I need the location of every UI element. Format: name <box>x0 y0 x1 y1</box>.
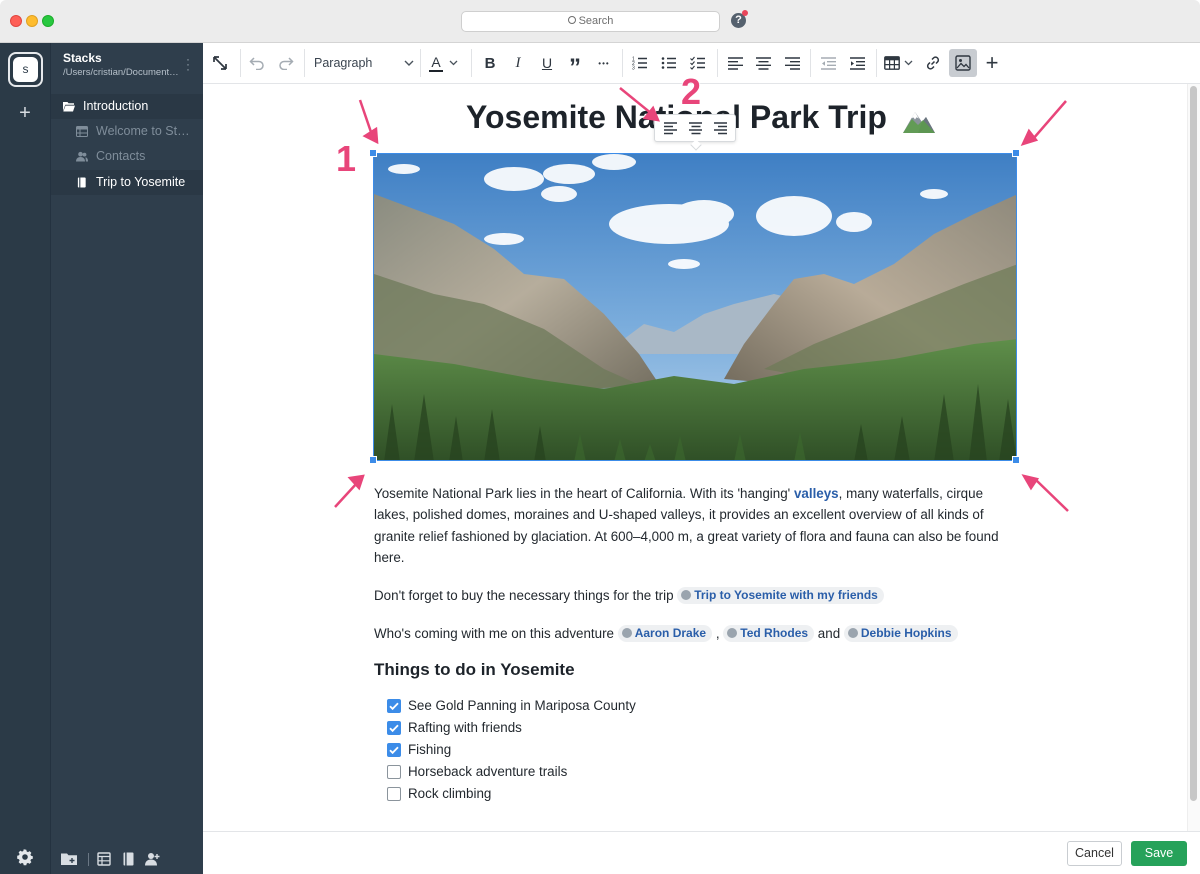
todo-label: Rafting with friends <box>408 720 522 735</box>
chip-label: Ted Rhodes <box>740 626 809 640</box>
paragraph-text: Don't forget to buy the necessary things… <box>374 588 678 603</box>
check-icon <box>389 724 399 733</box>
annotation-label-2: 2 <box>681 71 702 112</box>
check-icon <box>389 746 399 755</box>
checkbox-checked[interactable] <box>387 743 401 757</box>
paragraph-text: Who's coming with me on this adventure <box>374 626 618 641</box>
todo-label: Horseback adventure trails <box>408 764 568 779</box>
person-icon <box>727 628 738 638</box>
person-icon <box>621 628 632 638</box>
person-chip-ted-rhodes[interactable]: Ted Rhodes <box>723 625 815 642</box>
valleys-link[interactable]: valleys <box>794 486 839 501</box>
chip-label: Aaron Drake <box>634 626 707 640</box>
intro-paragraph[interactable]: Yosemite National Park lies in the heart… <box>374 483 1004 568</box>
person-icon <box>847 628 858 638</box>
annotation-arrows <box>334 87 1069 512</box>
todo-label: Rock climbing <box>408 786 492 801</box>
people-paragraph[interactable]: Who's coming with me on this adventure A… <box>374 623 1004 644</box>
separator-text: , <box>715 626 720 641</box>
chip-label: Trip to Yosemite with my friends <box>694 588 878 602</box>
checkbox-unchecked[interactable] <box>387 787 401 801</box>
trip-paragraph[interactable]: Don't forget to buy the necessary things… <box>374 585 1004 606</box>
trip-link-chip[interactable]: Trip to Yosemite with my friends <box>677 587 884 604</box>
person-chip-debbie-hopkins[interactable]: Debbie Hopkins <box>843 625 958 642</box>
checkbox-checked[interactable] <box>387 699 401 713</box>
check-icon <box>389 702 399 711</box>
todo-label: Fishing <box>408 742 452 757</box>
save-button[interactable]: Save <box>1131 841 1187 866</box>
chip-label: Debbie Hopkins <box>860 626 952 640</box>
person-chip-aaron-drake[interactable]: Aaron Drake <box>617 625 713 642</box>
checkbox-checked[interactable] <box>387 721 401 735</box>
editor-footer: Cancel Save <box>203 831 1200 874</box>
check-circle-icon <box>681 590 692 600</box>
todo-label: See Gold Panning in Mariposa County <box>408 698 636 713</box>
section-heading[interactable]: Things to do in Yosemite <box>374 660 575 680</box>
annotation-label-1: 1 <box>336 138 357 179</box>
paragraph-text: Yosemite National Park lies in the heart… <box>374 486 794 501</box>
cancel-button[interactable]: Cancel <box>1067 841 1122 866</box>
separator-text: and <box>817 626 841 641</box>
checkbox-unchecked[interactable] <box>387 765 401 779</box>
